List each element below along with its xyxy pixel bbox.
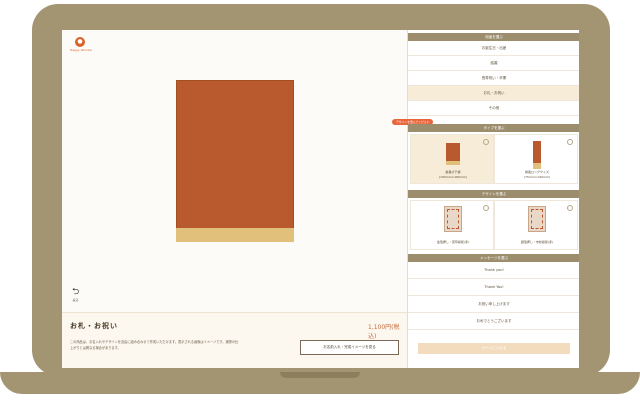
usage-option[interactable]: お誕生日・出産 bbox=[408, 41, 579, 56]
type-card-vertical[interactable]: 縦長ポチ袋 (105mm×180mm) bbox=[410, 134, 494, 184]
product-price: 1,100円(税込) bbox=[368, 324, 400, 340]
design-label: 銀箔押し・市松模様(赤) bbox=[520, 240, 554, 244]
undo-button[interactable]: ⮌ 戻る bbox=[72, 288, 79, 304]
design-card[interactable]: 銀箔押し・市松模様(赤) bbox=[494, 200, 578, 250]
preview-panel: ● Happy Wonder ⮌ 戻る お札・お祝い 1,100円(税込) この… bbox=[62, 30, 407, 368]
type-card-long[interactable]: 横長ロングサイズ (75mm×190mm) bbox=[494, 134, 578, 184]
usage-option[interactable]: 結婚 bbox=[408, 56, 579, 71]
usage-option[interactable]: 長寿祝い・卒業 bbox=[408, 71, 579, 86]
message-option[interactable]: おめでとうございます bbox=[408, 313, 579, 330]
type-size: (75mm×190mm) bbox=[523, 175, 551, 179]
type-size: (105mm×180mm) bbox=[439, 175, 467, 179]
laptop-notch bbox=[280, 372, 360, 378]
type-label: 縦長ポチ袋 bbox=[445, 170, 461, 174]
add-to-cart-button[interactable]: カートに入れる bbox=[418, 343, 570, 354]
design-thumbnail bbox=[444, 206, 462, 232]
message-option[interactable]: お祝い申し上げます bbox=[408, 296, 579, 313]
product-title: お札・お祝い bbox=[70, 322, 118, 330]
type-label: 横長ロングサイズ bbox=[525, 170, 549, 174]
radio-icon bbox=[483, 205, 489, 211]
radio-icon bbox=[567, 139, 573, 145]
logo-text: Happy Wonder bbox=[70, 48, 93, 52]
usage-option-selected[interactable]: お礼・お祝い bbox=[408, 86, 579, 101]
section-header-message: メッセージを選ぶ bbox=[408, 254, 579, 262]
type-thumbnail bbox=[533, 141, 541, 169]
product-band bbox=[176, 228, 294, 242]
usage-option[interactable]: その他 bbox=[408, 101, 579, 116]
undo-label: 戻る bbox=[72, 298, 79, 302]
radio-icon bbox=[567, 205, 573, 211]
product-info: お札・お祝い 1,100円(税込) この商品は、お名入れやデザインを自由に組み合… bbox=[62, 312, 407, 368]
design-thumbnail bbox=[528, 206, 546, 232]
section-header-design: デザインを選ぶ bbox=[408, 190, 579, 198]
radio-icon bbox=[483, 139, 489, 145]
design-label: 金箔押し・唐草模様(赤) bbox=[436, 240, 470, 244]
design-card[interactable]: 金箔押し・唐草模様(赤) bbox=[410, 200, 494, 250]
options-panel: 用途を選ぶ お誕生日・出産 結婚 長寿祝い・卒業 お礼・お祝い その他 デザイン… bbox=[392, 30, 579, 368]
app-screen: ● Happy Wonder ⮌ 戻る お札・お祝い 1,100円(税込) この… bbox=[62, 30, 579, 368]
laptop-base bbox=[0, 372, 640, 394]
message-option[interactable]: Thank you! bbox=[408, 262, 579, 279]
product-description: この商品は、お名入れやデザインを自由に組み合わせて作成いただけます。表示される画… bbox=[70, 340, 239, 350]
logo-icon: ● bbox=[75, 37, 85, 47]
message-option[interactable]: Thank You! bbox=[408, 279, 579, 296]
design-preview-button[interactable]: お名前入れ・完成イメージを見る bbox=[300, 340, 399, 355]
section-header-type: タイプを選ぶ bbox=[408, 124, 579, 132]
section-header-usage: 用途を選ぶ bbox=[408, 33, 579, 41]
product-preview bbox=[176, 80, 294, 242]
brand-logo[interactable]: ● Happy Wonder bbox=[70, 37, 93, 59]
type-thumbnail bbox=[446, 143, 460, 165]
